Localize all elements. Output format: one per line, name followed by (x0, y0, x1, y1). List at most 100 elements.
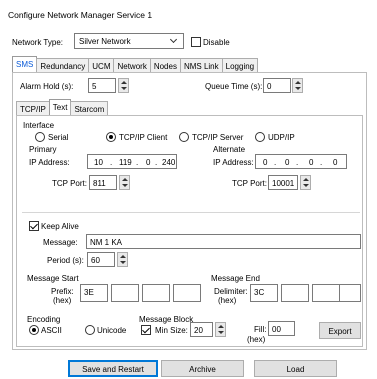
fill-hex-label: (hex) (247, 335, 266, 344)
keep-alive-checkbox[interactable] (29, 221, 39, 231)
tcp-ip-server-radio[interactable] (179, 132, 189, 142)
network-type-label: Network Type: (12, 38, 63, 47)
disable-checkbox[interactable] (191, 37, 201, 47)
ip-octet: 0 (333, 158, 338, 167)
prefix-hex-label: (hex) (53, 296, 72, 305)
ip-dot: . (274, 158, 277, 167)
queue-time-stepper[interactable] (292, 78, 303, 93)
prefix-byte-1[interactable]: 3E (80, 284, 108, 302)
min-size-checkbox[interactable] (141, 325, 151, 335)
ip-octet: 0 (309, 158, 314, 167)
queue-time-label: Queue Time (s): (205, 82, 263, 91)
alternate-port-input[interactable]: 10001 (268, 175, 298, 190)
ip-octet: 0 (285, 158, 290, 167)
encoding-label: Encoding (27, 315, 61, 324)
ip-octet: 240 (162, 158, 176, 167)
alarm-hold-label: Alarm Hold (s): (20, 82, 74, 91)
min-size-input[interactable]: 20 (190, 322, 213, 337)
network-type-select[interactable]: Silver Network (74, 33, 184, 49)
network-type-value: Silver Network (79, 37, 131, 46)
prefix-byte-3[interactable] (142, 284, 170, 302)
alternate-label: Alternate (213, 145, 246, 154)
ip-octet: 0 (146, 158, 151, 167)
delimiter-byte-1[interactable]: 3C (250, 284, 278, 302)
ascii-label: ASCII (41, 326, 62, 335)
prefix-label: Prefix: (51, 287, 74, 296)
ip-octet: 10 (94, 158, 103, 167)
tcp-ip-server-label: TCP/IP Server (192, 133, 244, 142)
export-button[interactable]: Export (319, 322, 361, 339)
chevron-down-icon (169, 35, 178, 44)
load-button[interactable]: Load (254, 360, 337, 377)
alternate-ip-input[interactable]: 0 . 0 . 0 . 0 (255, 154, 347, 169)
fill-input[interactable]: 00 (268, 321, 295, 336)
primary-ip-input[interactable]: 10 . 119 . 0 . 240 (87, 154, 177, 169)
delimiter-hex-label: (hex) (218, 296, 237, 305)
queue-time-input[interactable]: 0 (263, 78, 291, 93)
min-size-stepper[interactable] (215, 322, 226, 337)
message-block-label: Message Block (139, 315, 194, 324)
udp-ip-radio[interactable] (255, 132, 265, 142)
keep-alive-label: Keep Alive (41, 222, 79, 231)
message-label: Message: (43, 238, 78, 247)
prefix-byte-4[interactable] (173, 284, 201, 302)
tab-network[interactable]: Network (113, 58, 151, 72)
alternate-port-label: TCP Port: (232, 179, 267, 188)
delimiter-byte-3[interactable] (312, 284, 340, 302)
tab-sms[interactable]: SMS (12, 56, 38, 72)
tab-ucm[interactable]: UCM (88, 58, 115, 72)
title-bar: Configure Network Manager Service 1 (0, 0, 377, 28)
ip-dot: . (320, 158, 323, 167)
tab-logging[interactable]: Logging (221, 58, 259, 72)
delimiter-label: Delimiter: (214, 287, 248, 296)
ip-dot: . (110, 158, 113, 167)
ip-octet: 119 (119, 158, 132, 167)
tcp-ip-client-label: TCP/IP Client (119, 133, 168, 142)
primary-ip-label: IP Address: (29, 158, 70, 167)
period-input[interactable]: 60 (87, 252, 115, 267)
tab-nodes[interactable]: Nodes (149, 58, 181, 72)
delimiter-byte-4[interactable] (339, 284, 361, 302)
primary-port-input[interactable]: 811 (89, 175, 117, 190)
min-size-label: Min Size: (155, 326, 188, 335)
ip-dot: . (296, 158, 299, 167)
prefix-byte-2[interactable] (111, 284, 139, 302)
period-stepper[interactable] (117, 252, 128, 267)
text-panel (16, 115, 363, 347)
serial-label: Serial (48, 133, 69, 142)
tcp-ip-client-radio[interactable] (106, 132, 116, 142)
message-end-label: Message End (211, 274, 260, 283)
tab-text[interactable]: Text (48, 99, 72, 115)
unicode-radio[interactable] (85, 325, 95, 335)
tab-starcom[interactable]: Starcom (70, 101, 109, 115)
window-title: Configure Network Manager Service 1 (8, 10, 153, 20)
alternate-ip-label: IP Address: (213, 158, 254, 167)
primary-port-label: TCP Port: (52, 179, 87, 188)
alarm-hold-input[interactable]: 5 (88, 78, 116, 93)
tab-nms-link[interactable]: NMS Link (179, 58, 223, 72)
interface-label: Interface (23, 121, 55, 130)
keep-alive-divider (22, 212, 360, 213)
sub-tabs: TCP/IP Text Starcom (16, 99, 109, 115)
ip-dot: . (136, 158, 139, 167)
ascii-radio[interactable] (29, 325, 39, 335)
serial-radio[interactable] (35, 132, 45, 142)
unicode-label: Unicode (97, 326, 127, 335)
delimiter-byte-2[interactable] (281, 284, 309, 302)
ip-octet: 0 (263, 158, 268, 167)
period-label: Period (s): (47, 256, 84, 265)
main-tabs: SMS Redundancy UCM Network Nodes NMS Lin… (12, 56, 259, 72)
ip-dot: . (155, 158, 158, 167)
tab-tcp-ip[interactable]: TCP/IP (16, 101, 50, 115)
message-start-label: Message Start (27, 274, 79, 283)
archive-button[interactable]: Archive (161, 360, 244, 377)
alarm-hold-stepper[interactable] (118, 78, 129, 93)
alternate-port-stepper[interactable] (300, 175, 311, 190)
udp-ip-label: UDP/IP (268, 133, 295, 142)
message-input[interactable]: NM 1 KA (86, 234, 361, 249)
tab-redundancy[interactable]: Redundancy (36, 58, 90, 72)
save-and-restart-button[interactable]: Save and Restart (68, 360, 158, 377)
primary-port-stepper[interactable] (119, 175, 130, 190)
disable-label: Disable (203, 38, 230, 47)
fill-label: Fill: (254, 325, 267, 334)
